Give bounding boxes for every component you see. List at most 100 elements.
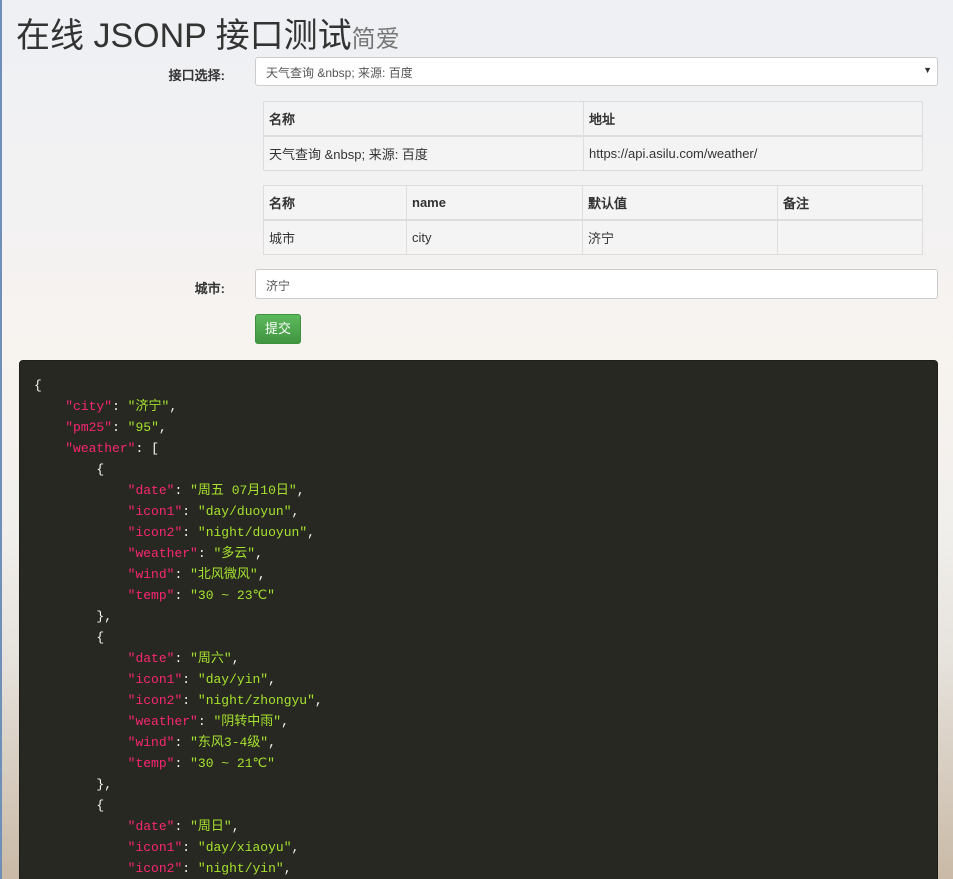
code-line: "icon1": "day/xiaoyu", [34, 837, 923, 858]
punct: , [283, 861, 292, 876]
quote: " [190, 756, 198, 771]
code-line: }, [34, 774, 923, 795]
code-line: "temp": "30 ~ 23℃" [34, 585, 923, 606]
quote: " [223, 819, 232, 834]
json-key: pm25 [73, 420, 105, 435]
code-line: "wind": "东风3-4级", [34, 732, 923, 753]
quote: " [247, 546, 256, 561]
code-line: "weather": "阴转中雨", [34, 711, 923, 732]
header-cell: 名称 [263, 101, 584, 137]
json-key: temp [135, 588, 167, 603]
json-key: temp [135, 756, 167, 771]
code-line: { [34, 627, 923, 648]
quote: " [197, 840, 206, 855]
header-cell: 名称 [263, 185, 407, 221]
cell [777, 219, 923, 255]
quote: " [299, 525, 308, 540]
table-row: 城市 city 济宁 [263, 219, 923, 255]
page-title: 在线 JSONP 接口测试简爱 [16, 8, 400, 57]
param-table: 名称 name 默认值 备注 城市 city 济宁 [263, 185, 923, 255]
quote: " [190, 546, 198, 561]
json-key: date [135, 483, 167, 498]
quote: " [283, 504, 292, 519]
quote: " [197, 861, 206, 876]
quote: " [273, 714, 282, 729]
quote: " [249, 567, 258, 582]
json-value: 周五 07月10日 [197, 483, 289, 498]
header-cell: 备注 [777, 185, 923, 221]
punct: , [169, 399, 178, 414]
punct: }, [96, 609, 113, 624]
json-key: icon2 [135, 861, 175, 876]
json-value: day/xiaoyu [205, 840, 284, 855]
punct: , [296, 483, 305, 498]
json-value: day/yin [205, 672, 261, 687]
submit-button[interactable]: 提交 [255, 314, 301, 344]
code-line: "date": "周五 07月10日", [34, 480, 923, 501]
json-value: 多云 [221, 546, 248, 561]
punct: , [257, 567, 266, 582]
json-value: 95 [135, 420, 152, 435]
json-value: 30 ~ 23℃ [197, 588, 268, 603]
quote: " [104, 399, 113, 414]
quote: " [260, 735, 269, 750]
city-label: 城市: [194, 281, 225, 296]
colon: : [182, 504, 198, 519]
punct: , [307, 525, 315, 540]
code-line: "weather": "多云", [34, 543, 923, 564]
punct: , [314, 693, 323, 708]
cell: https://api.asilu.com/weather/ [583, 135, 923, 171]
quote: " [267, 588, 275, 603]
api-info-table: 名称 地址 天气查询 &nbsp; 来源: 百度 https://api.asilu… [263, 101, 923, 171]
quote: " [267, 756, 275, 771]
page-subtitle: 简爱 [351, 26, 400, 53]
colon: : [197, 546, 214, 561]
quote: " [283, 840, 292, 855]
punct: , [291, 504, 300, 519]
code-line: { [34, 795, 923, 816]
punct: , [231, 651, 240, 666]
json-key: icon1 [135, 672, 175, 687]
json-value: night/duoyun [205, 525, 300, 540]
code-line: "icon1": "day/duoyun", [34, 501, 923, 522]
punct: { [34, 378, 42, 393]
punct: , [231, 819, 240, 834]
json-value: 30 ~ 21℃ [197, 756, 268, 771]
code-line: "wind": "北风微风", [34, 564, 923, 585]
colon: : [174, 756, 191, 771]
colon: : [112, 399, 128, 414]
json-value: night/zhongyu [205, 693, 308, 708]
code-line: "date": "周日", [34, 816, 923, 837]
result-code-block: { "city": "济宁", "pm25": "95", "weather":… [19, 360, 938, 879]
table-row: 天气查询 &nbsp; 来源: 百度 https://api.asilu.com/… [263, 135, 923, 171]
json-key: date [135, 651, 167, 666]
cell: 济宁 [582, 219, 778, 255]
header-cell: 地址 [583, 101, 923, 137]
quote: " [288, 483, 297, 498]
code-line: "date": "周六", [34, 648, 923, 669]
colon: : [182, 693, 198, 708]
colon: : [197, 714, 214, 729]
punct: , [255, 546, 263, 561]
quote: " [197, 525, 206, 540]
quote: " [65, 441, 74, 456]
colon: : [174, 651, 191, 666]
cell: city [406, 219, 583, 255]
city-input[interactable]: 济宁 [255, 269, 938, 299]
cell: 天气查询 &nbsp; 来源: 百度 [263, 135, 584, 171]
json-key: icon1 [135, 840, 175, 855]
api-select[interactable]: 天气查询 &nbsp; 来源: 百度 ▼ [255, 57, 938, 86]
punct: }, [96, 777, 113, 792]
